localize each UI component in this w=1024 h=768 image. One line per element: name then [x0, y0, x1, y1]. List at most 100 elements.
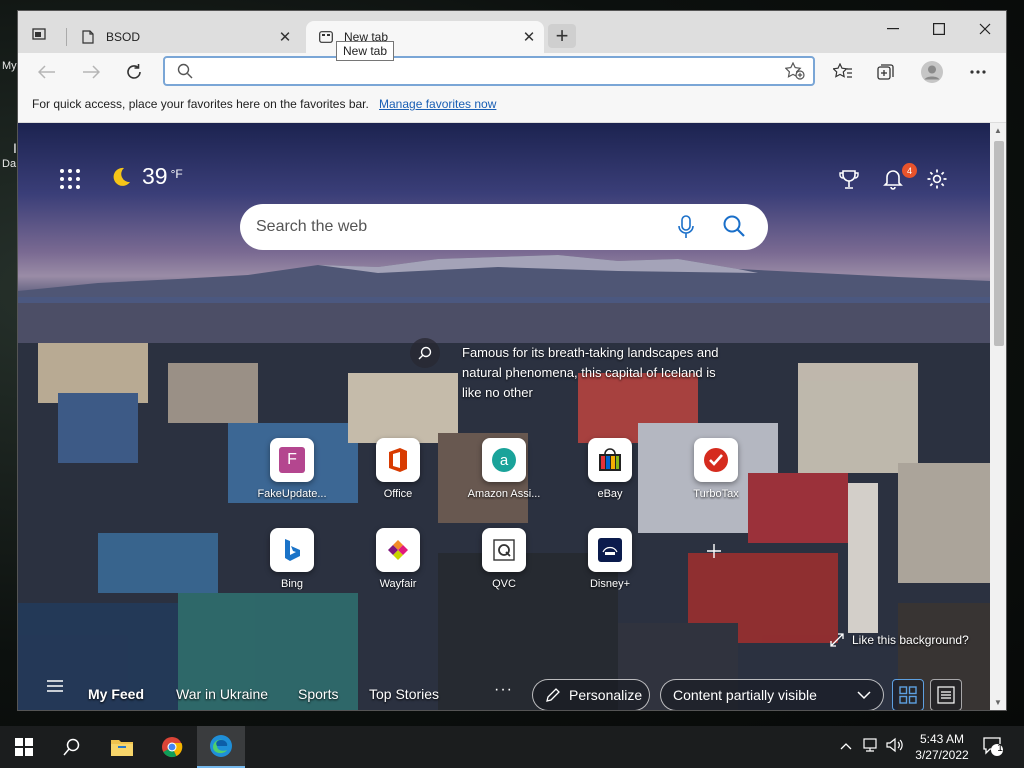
desktop-icon-label[interactable]: My: [2, 60, 17, 72]
quick-link-label: Wayfair: [379, 578, 417, 590]
collections-button[interactable]: [871, 58, 901, 86]
folder-icon: [111, 740, 133, 756]
refresh-button[interactable]: [119, 58, 149, 86]
network-status[interactable]: [862, 737, 880, 756]
weather-temperature: 39: [142, 163, 168, 189]
taskbar-search-button[interactable]: [48, 726, 96, 768]
system-clock[interactable]: 5:43 AM 3/27/2022: [912, 731, 972, 763]
image-search-button[interactable]: [410, 338, 440, 368]
collections-icon: [877, 64, 894, 80]
quick-link-label: Bing: [280, 578, 304, 590]
list-view-button[interactable]: [930, 679, 962, 710]
manage-favorites-link[interactable]: Manage favorites now: [379, 97, 496, 111]
office-icon: [376, 438, 420, 482]
quick-link-ebay[interactable]: eBay: [565, 438, 655, 500]
quick-link-turbotax[interactable]: TurboTax: [671, 438, 761, 500]
close-window-button[interactable]: [962, 15, 1006, 43]
edge-button[interactable]: [197, 726, 245, 768]
chevron-up-icon: [840, 743, 852, 750]
address-bar[interactable]: [163, 56, 815, 86]
tab-bsod[interactable]: BSOD ✕: [68, 21, 300, 53]
taskbar: 5:43 AM 3/27/2022 1: [0, 726, 1024, 768]
background-caption[interactable]: Famous for its breath-taking landscapes …: [462, 343, 722, 403]
chrome-button[interactable]: [148, 726, 196, 768]
chrome-icon: [162, 737, 183, 758]
add-favorite-icon[interactable]: [784, 61, 805, 85]
show-hidden-icons[interactable]: [840, 737, 852, 753]
feed-more-button[interactable]: ···: [494, 681, 513, 699]
weather-widget[interactable]: 39 °F: [110, 163, 183, 190]
grid-view-button[interactable]: [892, 679, 924, 710]
page-settings-button[interactable]: [924, 166, 950, 192]
rewards-trophy-icon: [839, 170, 859, 189]
web-search-input[interactable]: [256, 216, 656, 238]
file-explorer-button[interactable]: [98, 726, 146, 768]
back-arrow-icon: [38, 65, 55, 79]
scroll-down-icon[interactable]: ▼: [994, 698, 1002, 707]
avatar-icon: [921, 61, 943, 83]
tab-actions-icon[interactable]: [28, 23, 50, 45]
quick-link-wayfair[interactable]: Wayfair: [353, 528, 443, 590]
wayfair-icon: [376, 528, 420, 572]
scroll-up-icon[interactable]: ▲: [994, 126, 1002, 135]
search-icon[interactable]: [722, 214, 746, 243]
scrollbar-thumb[interactable]: [994, 141, 1004, 346]
back-button[interactable]: [32, 58, 62, 86]
tab-separator: [66, 28, 67, 46]
quick-link-fakeupdate[interactable]: F FakeUpdate...: [247, 438, 337, 500]
quick-link-label: Amazon Assi...: [467, 488, 541, 500]
page-scrollbar[interactable]: ▲ ▼: [990, 123, 1006, 710]
chevron-down-icon: [857, 688, 871, 705]
close-tab-icon[interactable]: ✕: [274, 26, 296, 48]
browser-window: BSOD ✕ New tab ✕ + New tab For quick acc…: [17, 10, 1007, 711]
volume-control[interactable]: [886, 737, 904, 756]
quick-link-amazon-assistant[interactable]: a Amazon Assi...: [459, 438, 549, 500]
quick-link-label: FakeUpdate...: [257, 488, 327, 500]
forward-button[interactable]: [76, 58, 106, 86]
expand-icon: [830, 633, 844, 647]
feed-tab-sports[interactable]: Sports: [298, 686, 338, 702]
add-quick-link-button[interactable]: [706, 542, 722, 565]
bing-icon: [270, 528, 314, 572]
hamburger-menu-icon[interactable]: [46, 679, 64, 698]
tab-strip: BSOD ✕ New tab ✕ + New tab: [18, 11, 1006, 61]
quick-link-qvc[interactable]: QVC: [459, 528, 549, 590]
newtab-page-icon: [318, 29, 334, 45]
rewards-button[interactable]: [836, 166, 862, 192]
quick-link-disney-plus[interactable]: Disney+: [565, 528, 655, 590]
new-tab-button[interactable]: +: [548, 23, 576, 48]
quick-link-bing[interactable]: Bing: [247, 528, 337, 590]
maximize-button[interactable]: [916, 15, 962, 43]
forward-arrow-icon: [83, 65, 100, 79]
apps-launcher-button[interactable]: [58, 167, 82, 191]
favorites-button[interactable]: [828, 58, 858, 86]
profile-button[interactable]: [917, 58, 947, 86]
microphone-icon[interactable]: [678, 215, 694, 244]
disney-icon: [588, 528, 632, 572]
search-icon: [418, 346, 432, 360]
browser-toolbar: [18, 53, 1006, 91]
ebay-icon: [588, 438, 632, 482]
grid-dots-icon: [60, 169, 80, 189]
weather-unit: °F: [170, 167, 183, 181]
like-background-link[interactable]: Like this background?: [830, 633, 969, 647]
moon-icon: [113, 167, 130, 186]
feed-tab-top-stories[interactable]: Top Stories: [369, 686, 439, 702]
feed-tab-my-feed[interactable]: My Feed: [88, 686, 144, 702]
content-visibility-dropdown[interactable]: Content partially visible: [660, 679, 884, 710]
start-button[interactable]: [0, 726, 48, 768]
more-icon: [970, 70, 986, 74]
quick-link-office[interactable]: Office: [353, 438, 443, 500]
desktop-icon-label[interactable]: Da: [2, 158, 16, 170]
network-icon: [863, 738, 877, 752]
close-tab-icon[interactable]: ✕: [518, 26, 540, 48]
grid-view-icon: [899, 686, 917, 704]
minimize-button[interactable]: [870, 15, 916, 43]
settings-more-button[interactable]: [963, 58, 993, 86]
address-input[interactable]: [205, 62, 775, 82]
list-view-icon: [937, 686, 955, 704]
feed-tab-war-in-ukraine[interactable]: War in Ukraine: [176, 686, 268, 702]
personalize-button[interactable]: Personalize: [532, 679, 650, 710]
web-search-box[interactable]: [240, 204, 768, 250]
tab-tooltip: New tab: [336, 41, 395, 61]
